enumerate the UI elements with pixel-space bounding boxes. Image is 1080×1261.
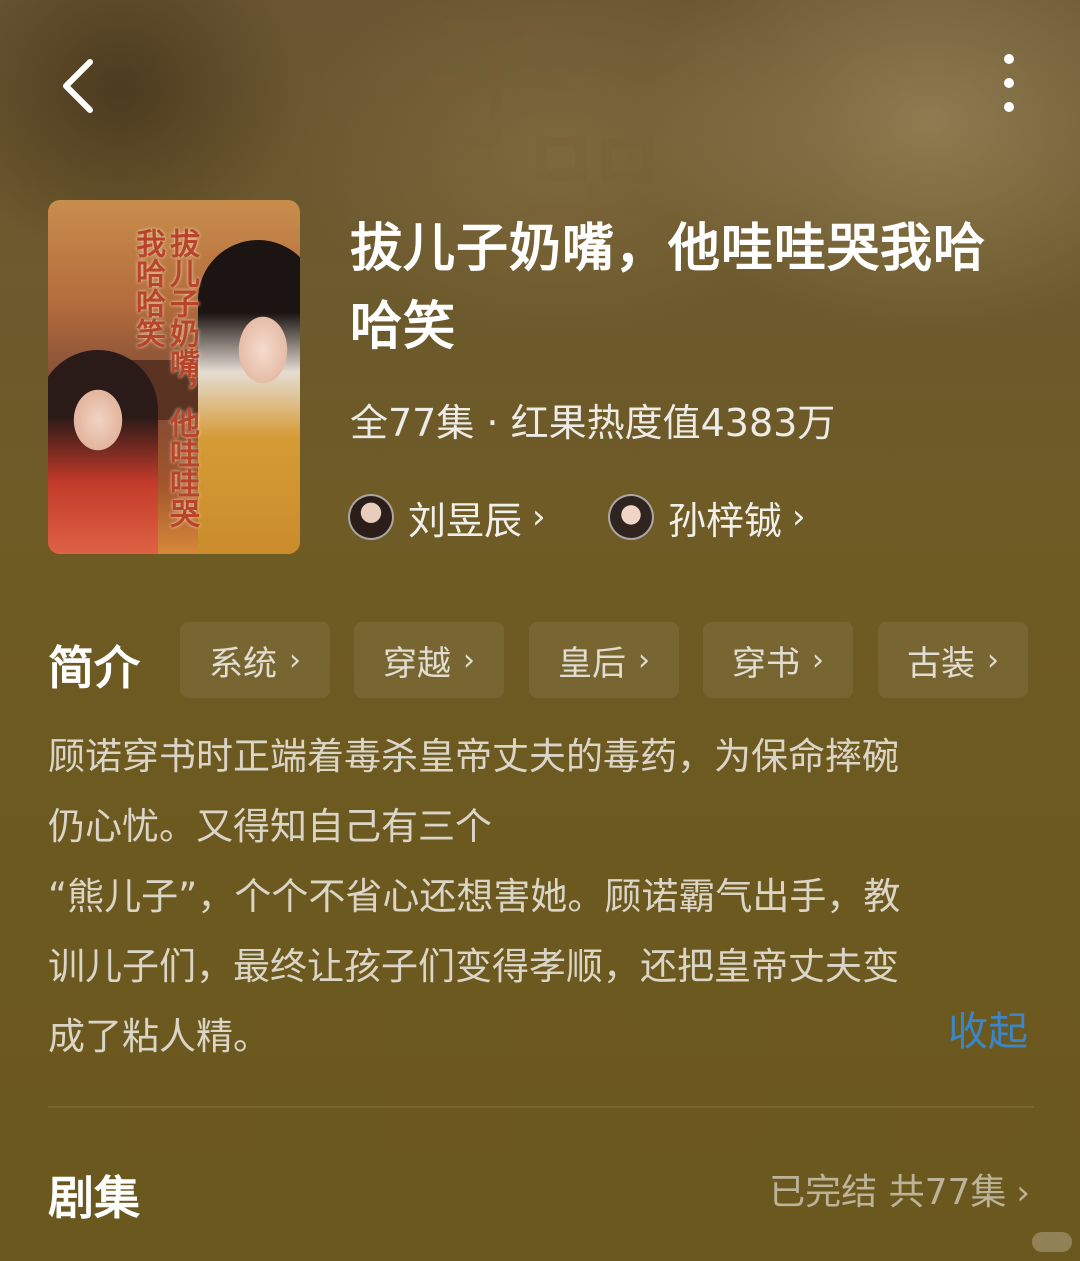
tag-label: 古装 [907,643,975,684]
avatar [608,494,654,540]
chevron-left-icon [63,59,93,113]
watermark [1032,1232,1072,1252]
chevron-right-icon: › [1016,1173,1030,1213]
cast-name: 刘昱辰 [408,498,523,543]
drama-title: 拔儿子奶嘴，他哇哇哭我哈哈笑 [350,219,987,357]
avatar [348,494,394,540]
cast-member-2[interactable]: 孙梓铖 › [608,492,806,543]
drama-poster[interactable]: 拔儿子奶嘴，他哇哇哭我哈哈笑 [48,200,300,554]
cast-name: 孙梓铖 [668,498,783,543]
more-button[interactable] [994,54,1024,118]
intro-heading: 简介 [48,641,140,695]
chevron-right-icon: › [638,642,650,678]
divider [48,1106,1034,1108]
chevron-right-icon: › [289,642,301,678]
chevron-right-icon: › [463,642,475,678]
drama-meta: 全77集 · 红果热度值4383万 [350,401,836,445]
chevron-right-icon: › [987,642,999,678]
chevron-right-icon: › [532,497,546,537]
tag-label: 穿越 [383,643,451,684]
poster-title: 拔儿子奶嘴，他哇哇哭我哈哈笑 [130,228,199,528]
tag-chuanshu[interactable]: 穿书 › [703,622,853,698]
chevron-right-icon: › [792,497,806,537]
episodes-status-link[interactable]: 已完结 共77集 › [769,1166,1030,1220]
tag-label: 穿书 [732,643,800,684]
poster-figure-right [198,240,300,554]
more-vertical-icon [994,54,1024,112]
intro-description: 顾诺穿书时正端着毒杀皇帝丈夫的毒药，为保命摔碗 仍心忧。又得知自己有三个 “熊儿… [48,735,901,1058]
tag-label: 皇后 [558,643,626,684]
chevron-right-icon: › [812,642,824,678]
tag-huanghou[interactable]: 皇后 › [529,622,679,698]
tag-xitong[interactable]: 系统 › [180,622,330,698]
collapse-button[interactable]: 收起 [948,1002,1028,1062]
episodes-status: 已完结 共77集 [769,1172,1007,1213]
tag-label: 系统 [209,643,277,684]
cast-member-1[interactable]: 刘昱辰 › [348,492,546,543]
tag-chuanyue[interactable]: 穿越 › [354,622,504,698]
back-button[interactable] [58,56,102,116]
tag-guzhuang[interactable]: 古装 › [878,622,1028,698]
episodes-heading: 剧集 [48,1171,140,1225]
